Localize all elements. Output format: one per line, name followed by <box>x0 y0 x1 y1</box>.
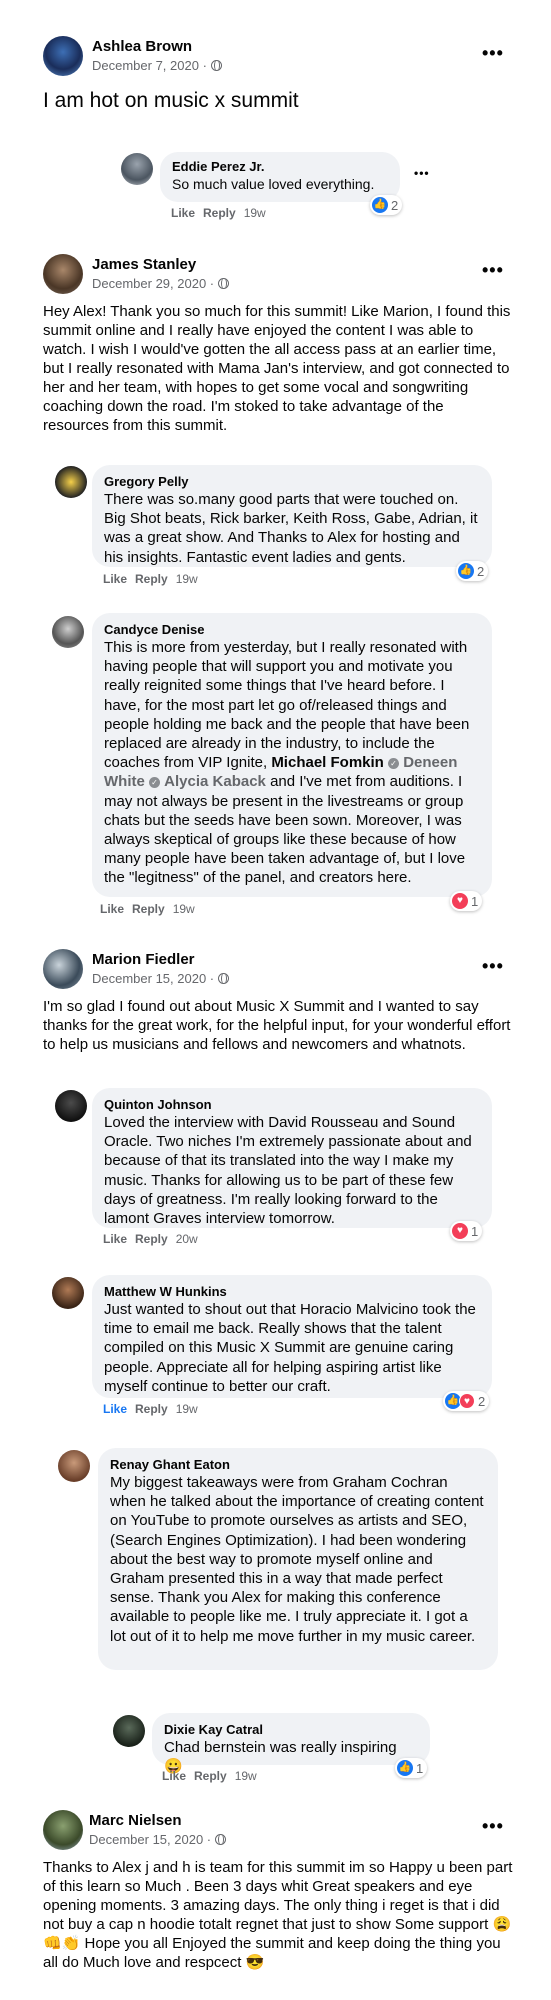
more-options-icon[interactable]: ••• <box>482 1817 504 1835</box>
globe-icon <box>215 1833 227 1845</box>
avatar[interactable] <box>55 466 87 498</box>
comment-author[interactable]: Eddie Perez Jr. <box>172 158 388 175</box>
author-name[interactable]: James Stanley <box>92 256 196 273</box>
avatar[interactable] <box>52 1277 84 1309</box>
reply-button[interactable]: Reply <box>135 572 168 586</box>
comment-bubble: Eddie Perez Jr. So much value loved ever… <box>160 152 400 202</box>
like-button[interactable]: Like <box>162 1769 186 1783</box>
post-text: Hey Alex! Thank you so much for this sum… <box>43 303 511 434</box>
post-date[interactable]: December 7, 2020 · <box>92 58 222 73</box>
globe-icon <box>218 277 230 289</box>
comment-bubble: Matthew W Hunkins Just wanted to shout o… <box>92 1275 492 1398</box>
post-text: I am hot on music x summit <box>43 89 299 112</box>
avatar[interactable] <box>52 616 84 648</box>
verified-icon: ✓ <box>149 776 160 788</box>
love-reaction-icon: ♥ <box>452 1223 468 1239</box>
comment-timestamp[interactable]: 19w <box>176 1402 198 1416</box>
comment-timestamp[interactable]: 20w <box>176 1232 198 1246</box>
post-marc-nielsen: Marc Nielsen December 15, 2020 · ••• Tha… <box>0 1805 551 2000</box>
comment-actions: Like Reply 19w <box>171 206 266 220</box>
comment-author[interactable]: Quinton Johnson <box>104 1096 480 1113</box>
comment-actions: Like Reply 19w <box>100 902 195 916</box>
love-reaction-icon: ♥ <box>452 893 468 909</box>
comment-bubble: Quinton Johnson Loved the interview with… <box>92 1088 492 1228</box>
comment-actions: Like Reply 19w <box>103 572 198 586</box>
post-text: I'm so glad I found out about Music X Su… <box>43 998 511 1053</box>
reaction-count[interactable]: 👍 ♥ 2 <box>443 1391 490 1411</box>
comment-bubble: Candyce Denise This is more from yesterd… <box>92 613 492 897</box>
globe-icon <box>218 972 230 984</box>
avatar[interactable] <box>113 1715 145 1747</box>
like-reaction-icon: 👍 <box>458 563 474 579</box>
comment-author[interactable]: Matthew W Hunkins <box>104 1283 480 1300</box>
comment-timestamp[interactable]: 19w <box>235 1769 257 1783</box>
like-reaction-icon: 👍 <box>372 197 388 213</box>
author-name[interactable]: Marc Nielsen <box>89 1812 182 1829</box>
reaction-count[interactable]: 👍 1 <box>395 1758 428 1778</box>
comment-actions: Like Reply 20w <box>103 1232 198 1246</box>
globe-icon <box>210 59 222 71</box>
post-text: Thanks to Alex j and h is team for this … <box>43 1859 513 1971</box>
comment-author[interactable]: Renay Ghant Eaton <box>110 1456 486 1473</box>
comment-text: Loved the interview with David Rousseau … <box>104 1114 472 1228</box>
comment-bubble: Gregory Pelly There was so.many good par… <box>92 465 492 567</box>
reply-button[interactable]: Reply <box>135 1402 168 1416</box>
like-button[interactable]: Like <box>171 206 195 220</box>
comment-actions: Like Reply 19w <box>162 1769 257 1783</box>
reply-button[interactable]: Reply <box>194 1769 227 1783</box>
comment-actions: Like Reply 19w <box>103 1402 198 1416</box>
mention-link[interactable]: Alycia Kaback <box>164 773 266 790</box>
verified-icon: ✓ <box>388 757 400 769</box>
comment-timestamp[interactable]: 19w <box>176 572 198 586</box>
comment-text: My biggest takeaways were from Graham Co… <box>110 1474 484 1645</box>
avatar[interactable] <box>121 153 153 185</box>
comment-text: So much value loved everything. <box>172 176 375 192</box>
comment-author[interactable]: Gregory Pelly <box>104 473 480 490</box>
avatar[interactable] <box>43 36 83 76</box>
comment-bubble: Renay Ghant Eaton My biggest takeaways w… <box>98 1448 498 1670</box>
post-date[interactable]: December 15, 2020 · <box>92 971 230 986</box>
post-date[interactable]: December 15, 2020 · <box>89 1832 227 1847</box>
post-date[interactable]: December 29, 2020 · <box>92 276 230 291</box>
love-reaction-icon: ♥ <box>459 1393 475 1409</box>
post-marion-fiedler: Marion Fiedler December 15, 2020 · ••• I… <box>0 945 551 1795</box>
author-name[interactable]: Ashlea Brown <box>92 38 192 55</box>
more-options-icon[interactable]: ••• <box>482 957 504 975</box>
more-options-icon[interactable]: ••• <box>482 261 504 279</box>
comment-text: This is more from yesterday, but I reall… <box>104 639 470 887</box>
like-button[interactable]: Like <box>103 572 127 586</box>
comment-bubble: Dixie Kay Catral Chad bernstein was real… <box>152 1713 430 1775</box>
post-james-stanley: James Stanley December 29, 2020 · ••• He… <box>0 245 551 916</box>
reaction-count[interactable]: ♥ 1 <box>450 1221 483 1241</box>
reply-button[interactable]: Reply <box>132 902 165 916</box>
like-reaction-icon: 👍 <box>397 1760 413 1776</box>
avatar[interactable] <box>43 949 83 989</box>
reaction-count[interactable]: 👍 2 <box>456 561 489 581</box>
like-button[interactable]: Like <box>100 902 124 916</box>
reply-button[interactable]: Reply <box>203 206 236 220</box>
mention-link[interactable]: Michael Fomkin <box>271 754 384 771</box>
reaction-count[interactable]: 👍 2 <box>370 195 403 215</box>
comment-timestamp[interactable]: 19w <box>173 902 195 916</box>
avatar[interactable] <box>55 1090 87 1122</box>
reaction-count[interactable]: ♥ 1 <box>450 891 483 911</box>
comment-author[interactable]: Candyce Denise <box>104 621 480 638</box>
avatar[interactable] <box>43 254 83 294</box>
comment-text: Just wanted to shout out that Horacio Ma… <box>104 1301 476 1395</box>
post-ashlea-brown: Ashlea Brown December 7, 2020 · ••• I am… <box>0 0 551 230</box>
comment-text: There was so.many good parts that were t… <box>104 491 478 566</box>
reply-button[interactable]: Reply <box>135 1232 168 1246</box>
comment-author[interactable]: Dixie Kay Catral <box>164 1721 418 1738</box>
comment-timestamp[interactable]: 19w <box>244 206 266 220</box>
like-button[interactable]: Like <box>103 1232 127 1246</box>
more-options-icon[interactable]: ••• <box>482 44 504 62</box>
author-name[interactable]: Marion Fiedler <box>92 951 195 968</box>
comment-more-icon[interactable]: ••• <box>414 166 430 180</box>
like-button[interactable]: Like <box>103 1402 127 1416</box>
avatar[interactable] <box>43 1810 83 1850</box>
avatar[interactable] <box>58 1450 90 1482</box>
